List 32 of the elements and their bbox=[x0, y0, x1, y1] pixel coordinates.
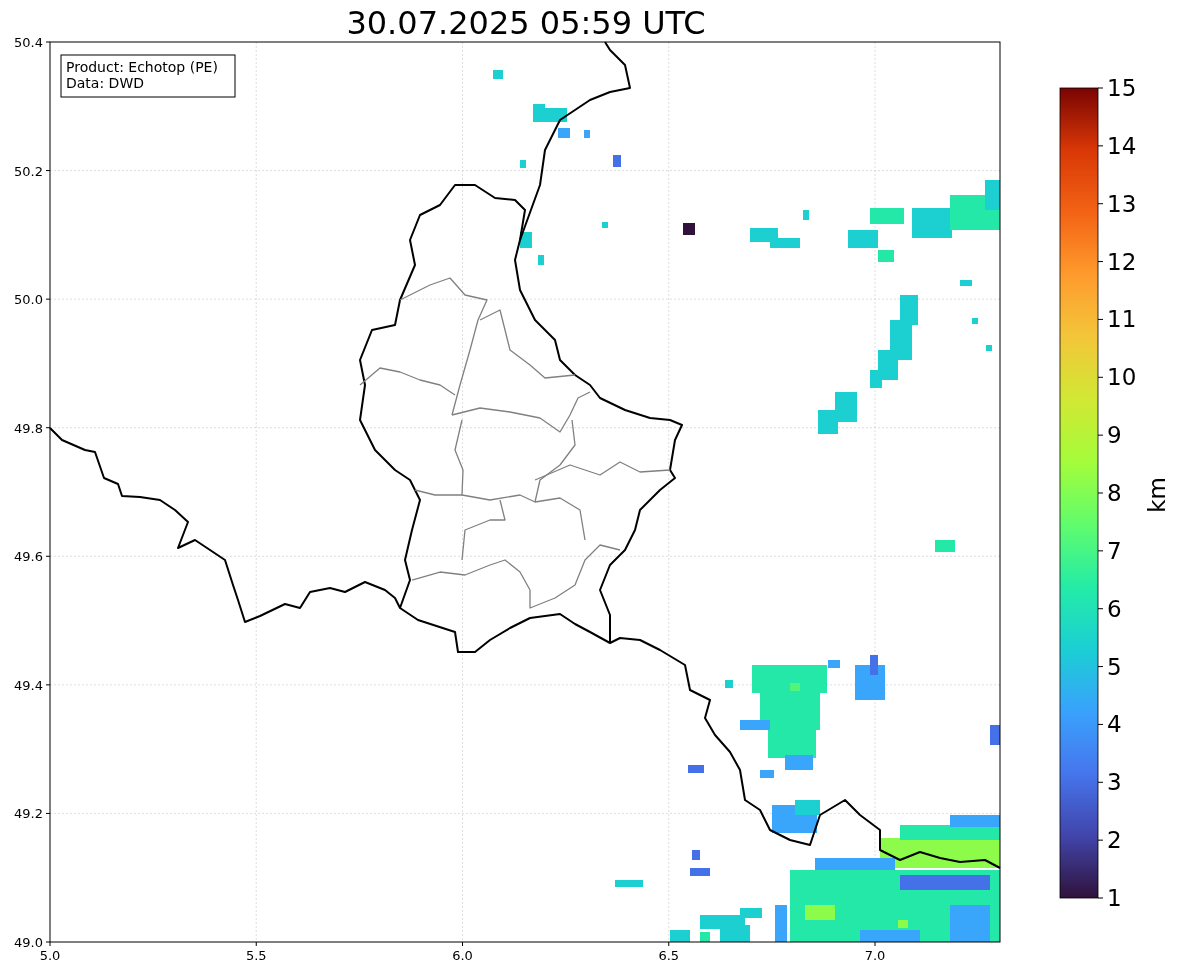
colorbar-tick-label: 12 bbox=[1107, 248, 1137, 275]
colorbar-tick-label: 4 bbox=[1107, 711, 1122, 738]
axis-tick-label: 49.2 bbox=[14, 806, 43, 822]
colorbar-tick-label: 3 bbox=[1107, 769, 1122, 796]
info-text: Data: DWD bbox=[66, 75, 144, 91]
colorbar-tick-label: 6 bbox=[1107, 595, 1122, 622]
axis-tick-label: 50.0 bbox=[14, 292, 43, 308]
axis-tick-label: 49.4 bbox=[14, 677, 43, 693]
colorbar-tick-label: 10 bbox=[1107, 364, 1137, 391]
axis-tick-label: 6.5 bbox=[658, 948, 680, 963]
colorbar-tick-label: 13 bbox=[1107, 190, 1137, 217]
axis-tick-label: 49.0 bbox=[14, 935, 43, 950]
axis-tick-label: 49.8 bbox=[14, 420, 43, 436]
plot-title: 30.07.2025 05:59 UTC bbox=[346, 4, 706, 42]
colorbar-tick-label: 8 bbox=[1107, 480, 1122, 506]
info-text: Product: Echotop (PE) bbox=[66, 59, 218, 75]
colorbar-tick-label: 5 bbox=[1107, 653, 1122, 680]
colorbar-tick-label: 2 bbox=[1107, 827, 1122, 854]
axis-tick-label: 49.6 bbox=[14, 549, 43, 565]
axis-tick-label: 6.0 bbox=[452, 948, 473, 963]
axis-tick-label: 50.4 bbox=[14, 35, 43, 50]
axis-tick-label: 7.0 bbox=[864, 948, 886, 963]
colorbar-tick-label: 15 bbox=[1107, 75, 1137, 101]
colorbar-tick-label: 9 bbox=[1107, 422, 1122, 449]
axis-tick-label: 5.5 bbox=[245, 948, 267, 963]
axis-tick-label: 5.0 bbox=[39, 948, 61, 963]
colorbar-tick-label: 1 bbox=[1107, 885, 1122, 911]
colorbar-tick-label: 14 bbox=[1107, 132, 1137, 159]
colorbar-label: km bbox=[1144, 477, 1170, 513]
colorbar-tick-label: 11 bbox=[1107, 306, 1137, 333]
colorbar-tick-label: 7 bbox=[1107, 537, 1122, 564]
axis-tick-label: 50.2 bbox=[14, 163, 43, 179]
